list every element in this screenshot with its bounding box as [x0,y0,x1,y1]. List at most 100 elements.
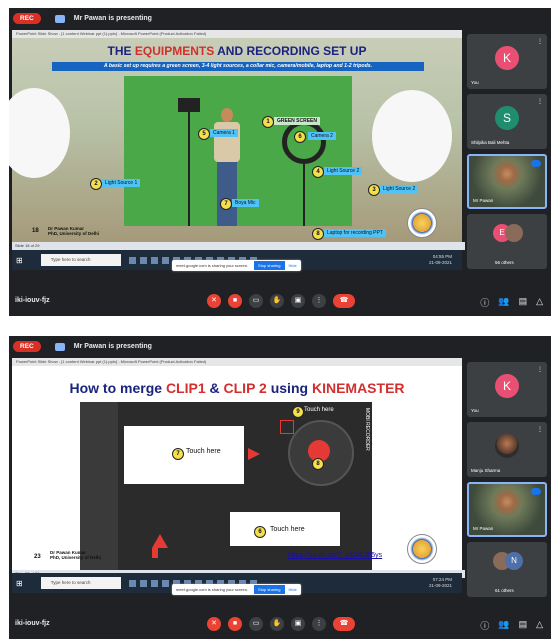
more-options-icon[interactable]: ⋮ [537,426,543,433]
tile-others[interactable]: N 61 others [467,542,547,597]
captions-icon[interactable]: ▭ [249,294,263,308]
camera-off-icon[interactable]: ■ [228,294,242,308]
activities-icon[interactable]: △ [536,619,543,632]
info-icon[interactable]: ⓘ [480,296,489,309]
recording-badge: REC [13,13,41,24]
tile-presenter[interactable]: Mr Pawan [467,482,547,537]
taskbar-clock: 07:24 PM 21-09-2021 [428,577,452,588]
umbrella-light-left [9,88,70,178]
more-options-icon[interactable]: ⋮ [537,98,543,105]
credit: Dr Pawan Kumar PhD, University of Delhi [48,226,100,236]
present-icon[interactable]: ▣ [291,617,305,631]
more-options-icon[interactable]: ⋮ [312,294,326,308]
slide-number: 18 [32,228,39,234]
label-camera-2: Camera 2 [308,132,336,140]
avatar: K [495,374,519,398]
activities-icon[interactable]: △ [536,296,543,309]
touch-here-label: Touch here [304,407,334,413]
ppt-status-bar: Slide 18 of 29 [12,242,465,250]
stop-sharing-button[interactable]: Stop sharing [254,585,285,594]
stop-sharing-button[interactable]: Stop sharing [254,261,285,270]
others-count: 61 others [495,588,514,593]
more-options-icon[interactable]: ⋮ [537,38,543,45]
avatar: N [505,552,523,570]
windows-start-icon[interactable]: ⊞ [16,256,23,265]
meet-controls-bar: iki-iouv-fjz ✕ ■ ▭ ✋ ▣ ⋮ ☎ ⓘ 👥 ▤ △ [9,609,551,639]
camera-off-icon[interactable]: ■ [228,617,242,631]
hide-button[interactable]: Hide [289,587,297,592]
tile-you[interactable]: ⋮ K You [467,34,547,89]
slide: How to merge CLIP1 & CLIP 2 using KINEMA… [12,366,462,572]
mic-off-icon[interactable]: ✕ [207,294,221,308]
meet-controls-bar: iki-iouv-fjz ✕ ■ ▭ ✋ ▣ ⋮ ☎ ⓘ 👥 ▤ △ [9,286,551,316]
badge-8: 8 [312,458,324,470]
label-boya-mic: Boya Mic [232,199,259,207]
windows-start-icon[interactable]: ⊞ [16,579,23,588]
window-title: PowerPoint Slide Show - [1 content Webin… [12,358,462,366]
raise-hand-icon[interactable]: ✋ [270,617,284,631]
side-controls: ⓘ 👥 ▤ △ [480,619,543,632]
participant-name: Manju Sharma [471,468,501,473]
others-count: 56 others [495,260,514,265]
tile-presenter[interactable]: Mr Pawan [467,154,547,209]
slide-number: 23 [34,554,41,560]
hide-button[interactable]: Hide [289,263,297,268]
end-call-icon[interactable]: ☎ [333,617,355,631]
mic-off-icon[interactable]: ✕ [207,617,221,631]
label-camera-1: Camera 1 [210,129,238,137]
more-options-icon[interactable]: ⋮ [537,366,543,373]
share-notice-bar: meet.google.com is sharing your screen. … [172,260,301,271]
more-options-icon[interactable]: ⋮ [312,617,326,631]
presenter-label: Mr Pawan is presenting [73,15,152,22]
chat-icon[interactable]: ▤ [519,619,528,632]
tile-others[interactable]: E 56 others [467,214,547,269]
share-notice: meet.google.com is sharing your screen. [176,263,249,268]
slide-subtitle: A basic set up requires a green screen, … [52,62,424,71]
chat-icon[interactable]: ▤ [519,296,528,309]
slide: THE EQUIPMENTS AND RECORDING SET UP A ba… [9,38,462,242]
label-green-screen: GREEN SCREEN [274,117,321,125]
people-icon[interactable]: 👥 [498,296,509,309]
participant-name: Shilpika Bali Mehta [471,140,510,145]
shared-screen: PowerPoint Slide Show - [1 content Webin… [12,358,465,595]
participant-name: Mr Pawan [473,526,494,531]
avatar-photo [505,224,523,242]
meeting-code: iki-iouv-fjz [15,620,50,627]
label-laptop: Laptop for recording PPT [324,229,386,237]
taskbar-search[interactable]: Type here to search [40,577,121,589]
camera-1 [178,98,200,112]
kinemaster-screenshot: 7 Touch here 8 9 Touch here MOBI RECORDE… [80,402,372,572]
side-controls: ⓘ 👥 ▤ △ [480,296,543,309]
youtube-link[interactable]: https://youtu.be/7_z1DK7E5ys [288,552,382,559]
tile-you[interactable]: ⋮ K You [467,362,547,417]
top-bar: REC Mr Pawan is presenting [9,8,551,29]
avatar-photo [495,434,519,458]
clip-preview [124,426,244,484]
tripod-2 [303,164,305,226]
meet-window-2: REC Mr Pawan is presenting PowerPoint Sl… [9,336,551,639]
people-icon[interactable]: 👥 [498,619,509,632]
taskbar-search[interactable]: Type here to search [40,254,121,266]
badge-7: 7 [172,448,184,460]
tile-participant[interactable]: ⋮ S Shilpika Bali Mehta [467,94,547,149]
present-icon[interactable]: ▣ [291,294,305,308]
end-call-icon[interactable]: ☎ [333,294,355,308]
badge-2: 2 [90,178,102,190]
touch-here-label: Touch here [270,526,305,533]
info-icon[interactable]: ⓘ [480,619,489,632]
captions-icon[interactable]: ▭ [249,617,263,631]
university-logo [407,208,437,238]
label-light-source-2b: Light Source 2 [324,167,363,175]
arrow-right-icon [248,448,260,460]
window-title: PowerPoint Slide Show - [1 content Webin… [12,30,462,38]
tile-participant[interactable]: ⋮ Manju Sharma [467,422,547,477]
kinemaster-sidebar [80,402,118,572]
raise-hand-icon[interactable]: ✋ [270,294,284,308]
badge-3: 3 [368,184,380,196]
credit: Dr Pawan Kumar PhD, University of Delhi [50,550,102,560]
recording-badge: REC [13,341,41,352]
slide-title: THE EQUIPMENTS AND RECORDING SET UP [107,44,367,58]
taskbar-clock: 04:55 PM 21-09-2021 [428,254,452,265]
presenting-icon [54,14,65,23]
touch-here-label: Touch here [186,448,221,455]
